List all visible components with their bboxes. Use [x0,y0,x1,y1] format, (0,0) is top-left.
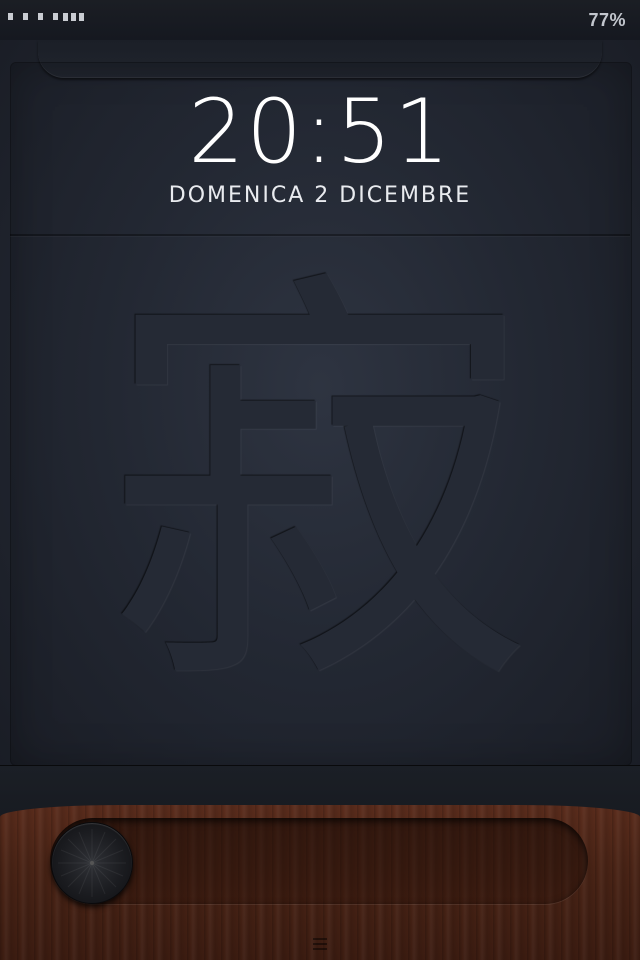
clock-date: DOMENICA 2 DICEMBRE [168,183,472,208]
camera-grabber-icon[interactable] [313,938,327,950]
top-pocket [38,40,602,78]
lock-screen: 77% 寂 20:51 DOMENICA 2 DICEMBRE [0,0,640,960]
signal-strength-icon [63,13,84,21]
carrier-signal-icon [8,13,58,20]
wallpaper-kanji: 寂 [105,238,535,738]
divider [10,234,630,236]
knob-center [90,861,94,865]
slider-knob-icon[interactable] [51,822,133,904]
battery-percentage: 77% [588,10,626,30]
status-bar: 77% [0,0,640,40]
clock-time: 20:51 [188,80,452,183]
